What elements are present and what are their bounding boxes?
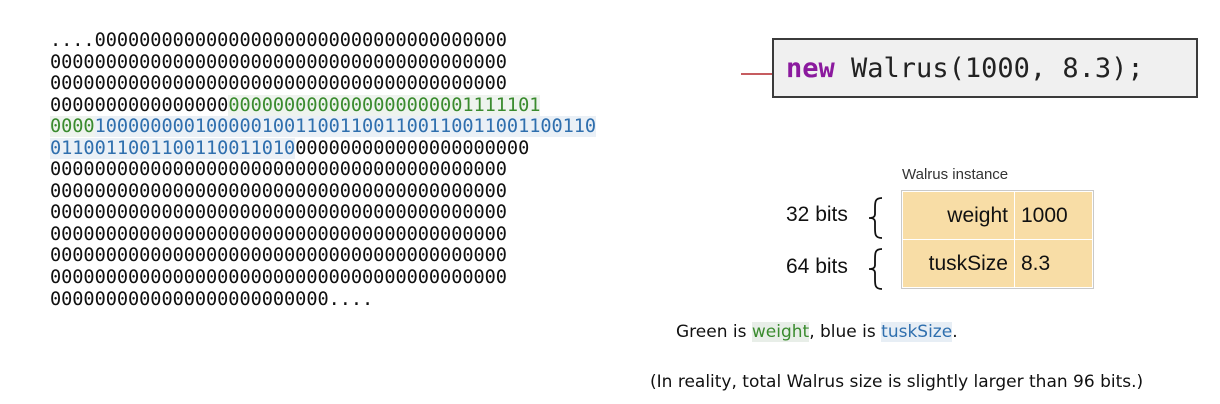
bit-line: 0000100000000100000100110011001100110011… — [50, 116, 596, 138]
caption-text: . — [952, 322, 958, 342]
bit-segment-green: 0000 — [50, 116, 95, 138]
bit-segment: 0000000000000000000000000000000000000000… — [50, 180, 507, 202]
bit-line: 0000000000000000000000000000000000000000… — [50, 73, 596, 95]
instance-title: Walrus instance — [902, 166, 1009, 183]
bit-line: 0000000000000000000000000000000000000000… — [50, 267, 596, 289]
bit-segment-green: 0000000000000000000001111101 — [228, 94, 541, 116]
code-keyword: new — [786, 52, 835, 84]
bit-segment: 0000000000000000000000000000000000000000… — [50, 202, 507, 224]
field-value: 8.3 — [1014, 239, 1093, 288]
field-value: 1000 — [1014, 191, 1093, 240]
size-note-caption: (In reality, total Walrus size is slight… — [650, 372, 1144, 392]
bit-line: 0110011001100110011010000000000000000000… — [50, 137, 596, 160]
caption-tusksize: tuskSize — [881, 322, 953, 342]
bit-segment-blue: 1000000001000001001100110011001100110011… — [94, 116, 597, 138]
caption-text: , blue is — [809, 322, 882, 342]
instance-table: weight 1000 tuskSize 8.3 — [901, 190, 1094, 289]
bit-line: ....000000000000000000000000000000000000… — [50, 30, 596, 52]
bit-segment: 0000000000000000000000000000000000000000… — [50, 245, 507, 267]
bit-segment: 0000000000000000000000000000000000000000… — [50, 73, 507, 95]
color-legend-caption: Green is weight, blue is tuskSize. — [676, 322, 958, 342]
bit-segment: 000000000000000000000 — [295, 137, 530, 159]
code-rest: Walrus(1000, 8.3); — [834, 52, 1144, 84]
bit-segment: 0000000000000000000000000000000000000000… — [50, 159, 507, 181]
field-name: weight — [902, 191, 1015, 240]
bit-line: 0000000000000000000000000000000000000000… — [50, 245, 596, 267]
field-name: tuskSize — [902, 239, 1015, 288]
bit-line: 0000000000000000000000000000000000000000… — [50, 159, 596, 181]
bit-line: 0000000000000000000000000000000000000111… — [50, 94, 596, 117]
bit-segment: 0000000000000000000000000000000000000000… — [50, 223, 507, 245]
bit-line: 0000000000000000000000000000000000000000… — [50, 52, 596, 74]
field-row-tusksize: tuskSize 8.3 — [902, 239, 1093, 288]
caption-text: Green is — [676, 322, 752, 342]
bit-line: 0000000000000000000000000.... — [50, 289, 596, 311]
bit-line: 0000000000000000000000000000000000000000… — [50, 202, 596, 224]
brace-icon — [868, 248, 883, 290]
bit-segment-blue: 011001100110011001 — [50, 137, 251, 159]
bits-label-tusksize: 64 bits — [786, 255, 848, 278]
bits-label-weight: 32 bits — [786, 203, 848, 226]
bit-line: 0000000000000000000000000000000000000000… — [50, 181, 596, 203]
caption-weight: weight — [751, 322, 810, 342]
field-row-weight: weight 1000 — [902, 191, 1093, 240]
bit-segment: ....000000000000000000000000000000000000… — [50, 30, 507, 51]
bit-segment: 0000000000000000000000000000000000000000… — [50, 51, 507, 73]
bit-segment: 0000000000000000 — [50, 94, 229, 116]
code-statement: new Walrus(1000, 8.3); — [772, 38, 1198, 98]
bit-segment: 0000000000000000000000000000000000000000… — [50, 267, 507, 289]
bit-segment-blue: 1010 — [250, 137, 296, 159]
bit-dump: ....000000000000000000000000000000000000… — [50, 30, 596, 310]
bit-line: 0000000000000000000000000000000000000000… — [50, 224, 596, 246]
brace-icon — [868, 197, 883, 239]
bit-segment: 0000000000000000000000000.... — [50, 288, 374, 310]
